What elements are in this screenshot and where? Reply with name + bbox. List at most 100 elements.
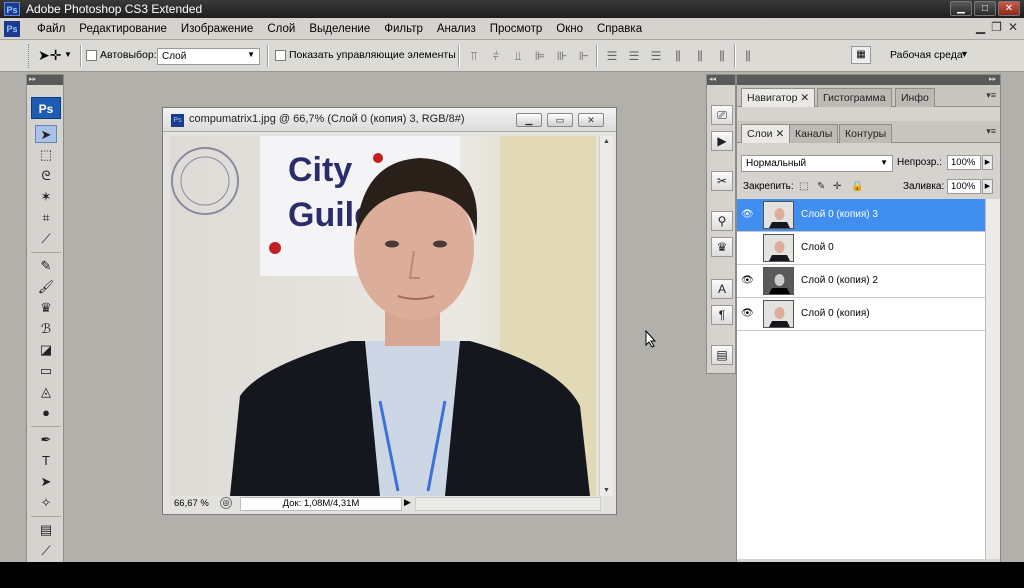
photoshop-logo-icon[interactable]: Ps: [31, 97, 61, 119]
distribute-left-icon[interactable]: ⫼: [670, 48, 686, 64]
workspace-button[interactable]: ▦ Рабочая среда ▼: [848, 44, 974, 68]
history-panel-icon[interactable]: ⎚: [711, 105, 733, 125]
tab-paths[interactable]: Контуры: [839, 124, 893, 143]
pen-tool-icon[interactable]: ✒: [35, 431, 57, 449]
distribute-hcenter-icon[interactable]: ⫼: [692, 48, 708, 64]
custom-shape-tool-icon[interactable]: ✧: [35, 494, 57, 512]
clone-stamp-tool-icon[interactable]: ♛: [35, 299, 57, 317]
menu-image[interactable]: Изображение: [174, 18, 260, 40]
menu-select[interactable]: Выделение: [302, 18, 377, 40]
brush-tool-icon[interactable]: 🖌: [35, 278, 57, 296]
opacity-input[interactable]: 100%: [947, 155, 981, 170]
distribute-top-icon[interactable]: ☰: [604, 48, 620, 64]
align-left-icon[interactable]: ⊫: [532, 48, 548, 64]
paragraph-panel-icon[interactable]: ¶: [711, 305, 733, 325]
zoom-level[interactable]: 66,67 %: [174, 498, 209, 509]
blend-mode-select[interactable]: Нормальный ▼: [741, 155, 893, 172]
status-menu-arrow-icon[interactable]: ▶: [404, 497, 411, 508]
align-vcenter-icon[interactable]: ⫩: [488, 48, 504, 64]
zoom-icon[interactable]: ◎: [220, 497, 232, 509]
crop-tool-icon[interactable]: ⌗: [35, 209, 57, 227]
autoselect-checkbox[interactable]: [86, 50, 97, 61]
menu-filter[interactable]: Фильтр: [377, 18, 430, 40]
layer-row[interactable]: 👁 Слой 0 (копия): [737, 298, 985, 331]
visibility-eye-icon[interactable]: 👁: [741, 308, 754, 319]
doc-minimize-icon[interactable]: ▁: [976, 20, 985, 34]
blur-tool-icon[interactable]: ◬: [35, 383, 57, 401]
menu-file[interactable]: Файл: [30, 18, 72, 40]
layer-comps-panel-icon[interactable]: ▤: [711, 345, 733, 365]
gradient-tool-icon[interactable]: ▭: [35, 362, 57, 380]
brushes-panel-icon[interactable]: ⚲: [711, 211, 733, 231]
type-tool-icon[interactable]: T: [35, 452, 57, 470]
visibility-eye-icon[interactable]: 👁: [741, 209, 754, 220]
layer-row[interactable]: 👁 Слой 0 (копия) 2: [737, 265, 985, 298]
lock-pixels-icon[interactable]: ✎: [817, 181, 825, 192]
show-controls-checkbox[interactable]: [275, 50, 286, 61]
options-grip[interactable]: [28, 44, 31, 68]
marquee-tool-icon[interactable]: ⬚: [35, 146, 57, 164]
menu-help[interactable]: Справка: [590, 18, 649, 40]
fill-input[interactable]: 100%: [947, 179, 981, 194]
tab-layers[interactable]: Слои ✕: [741, 124, 791, 143]
lock-transparency-icon[interactable]: ⬚: [799, 181, 808, 192]
auto-align-icon[interactable]: ⫼: [740, 48, 756, 64]
minimize-button[interactable]: ▁: [950, 1, 972, 16]
document-title-bar[interactable]: Ps compumatrix1.jpg @ 66,7% (Слой 0 (коп…: [163, 108, 616, 132]
scroll-down-icon[interactable]: ▼: [603, 487, 610, 494]
tab-channels[interactable]: Каналы: [789, 124, 839, 143]
menu-layer[interactable]: Слой: [260, 18, 302, 40]
move-tool-icon[interactable]: ➤: [35, 125, 57, 143]
align-bottom-icon[interactable]: ⫫: [510, 48, 526, 64]
align-hcenter-icon[interactable]: ⊪: [554, 48, 570, 64]
app-menu-icon[interactable]: Ps: [4, 21, 20, 37]
tab-navigator[interactable]: Навигатор ✕: [741, 88, 816, 107]
panel-menu-icon[interactable]: ▾≡: [986, 90, 996, 101]
document-vertical-scrollbar[interactable]: ▲ ▼: [599, 136, 613, 496]
align-top-icon[interactable]: ⫪: [466, 48, 482, 64]
lock-position-icon[interactable]: ✛: [833, 181, 841, 192]
eraser-tool-icon[interactable]: ◪: [35, 341, 57, 359]
tool-presets-panel-icon[interactable]: ✂: [711, 171, 733, 191]
expand-dock-icon[interactable]: ◂◂: [707, 75, 735, 85]
panel-menu-icon[interactable]: ▾≡: [986, 126, 996, 137]
menu-view[interactable]: Просмотр: [483, 18, 550, 40]
doc-restore-icon[interactable]: ❐: [991, 20, 1002, 34]
fill-slider-arrow-icon[interactable]: ▶: [982, 179, 993, 194]
menu-analysis[interactable]: Анализ: [430, 18, 483, 40]
maximize-button[interactable]: □: [974, 1, 996, 16]
eyedropper-tool-icon[interactable]: ⟋: [35, 542, 57, 560]
layer-row[interactable]: 👁 Слой 0 (копия) 3: [737, 199, 985, 232]
lasso-tool-icon[interactable]: ᘓ: [35, 167, 57, 185]
document-close-button[interactable]: ✕: [578, 113, 604, 127]
lock-all-icon[interactable]: 🔒: [851, 181, 863, 192]
tab-histogram[interactable]: Гистограмма: [817, 88, 892, 107]
visibility-eye-icon[interactable]: 👁: [741, 275, 754, 286]
history-brush-tool-icon[interactable]: ℬ: [35, 320, 57, 338]
distribute-vcenter-icon[interactable]: ☰: [626, 48, 642, 64]
doc-close-icon[interactable]: ✕: [1008, 20, 1018, 34]
close-button[interactable]: ✕: [998, 1, 1020, 16]
tool-preset-dropdown-icon[interactable]: ▼: [64, 50, 72, 59]
collapse-toolbox-icon[interactable]: ▸▸: [27, 75, 63, 85]
magic-wand-tool-icon[interactable]: ✶: [35, 188, 57, 206]
collapse-panels-icon[interactable]: ▸▸: [737, 75, 1000, 85]
scroll-up-icon[interactable]: ▲: [603, 138, 610, 145]
path-selection-tool-icon[interactable]: ➤: [35, 473, 57, 491]
document-minimize-button[interactable]: ▁: [516, 113, 542, 127]
healing-brush-tool-icon[interactable]: ✎: [35, 257, 57, 275]
layer-row[interactable]: Слой 0: [737, 232, 985, 265]
dodge-tool-icon[interactable]: ●: [35, 404, 57, 422]
document-maximize-button[interactable]: ▭: [547, 113, 573, 127]
eyedropper-tool-icon[interactable]: ⟋: [35, 230, 57, 248]
notes-tool-icon[interactable]: ▤: [35, 521, 57, 539]
menu-window[interactable]: Окно: [549, 18, 590, 40]
canvas-photo[interactable]: City Guilds: [170, 136, 596, 496]
align-right-icon[interactable]: ⊩: [576, 48, 592, 64]
document-horizontal-scrollbar[interactable]: [415, 497, 601, 511]
autoselect-target-select[interactable]: Слой ▼: [157, 48, 260, 65]
menu-edit[interactable]: Редактирование: [72, 18, 174, 40]
distribute-bottom-icon[interactable]: ☰: [648, 48, 664, 64]
clone-source-panel-icon[interactable]: ♛: [711, 237, 733, 257]
tab-info[interactable]: Инфо: [895, 88, 935, 107]
